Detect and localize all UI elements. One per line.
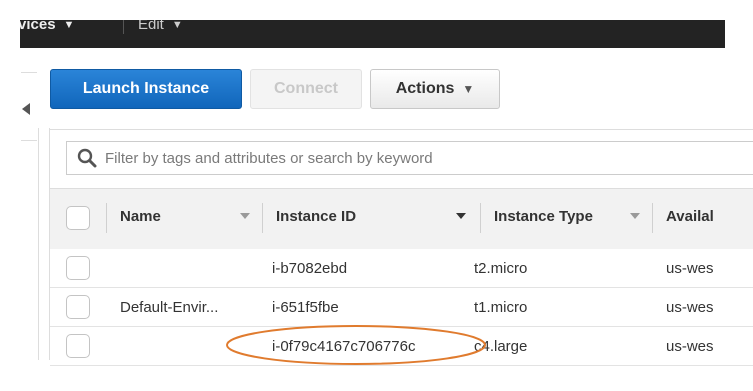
table-header: Name Instance ID Instance Type Availal [50,188,753,250]
instance-id: i-651f5fbe [272,299,339,316]
instance-type: t2.micro [474,260,528,277]
column-divider [652,203,653,233]
instance-id: i-0f79c4167c706776c [272,338,416,355]
availability-zone: us-wes [666,299,714,316]
side-panel-divider [21,72,37,73]
column-divider [480,203,481,233]
column-divider [262,203,263,233]
edit-menu-label: Edit [138,20,164,33]
side-panel-divider [21,140,37,141]
table-row[interactable]: Default-Envir... i-651f5fbe t1.micro us-… [50,288,753,327]
sort-instance-type-icon[interactable] [630,213,640,219]
actions-label: Actions [395,80,455,97]
column-header-instance-type[interactable]: Instance Type [494,208,593,225]
side-panel-border [38,128,39,360]
connect-button[interactable]: Connect [250,69,362,109]
sort-instance-id-icon[interactable] [456,213,466,219]
launch-instance-label: Launch Instance [82,80,210,97]
column-divider [106,203,107,233]
chevron-down-icon: ▼ [462,82,475,96]
filter-search-input[interactable] [105,142,745,174]
table-row[interactable]: i-0f79c4167c706776c c4.large us-wes [50,327,753,366]
table-row[interactable]: i-b7082ebd t2.micro us-wes [50,249,753,288]
row-checkbox[interactable] [66,295,90,319]
edit-menu[interactable]: Edit ▼ [138,20,183,36]
row-checkbox[interactable] [66,256,90,280]
column-header-name[interactable]: Name [120,208,161,225]
select-all-checkbox[interactable] [66,206,90,230]
sort-name-icon[interactable] [240,213,250,219]
services-menu[interactable]: vices ▼ [20,20,74,36]
chevron-down-icon: ▼ [63,20,75,31]
connect-label: Connect [274,80,338,97]
filter-box [66,141,753,175]
row-checkbox[interactable] [66,334,90,358]
instance-type: c4.large [474,338,528,355]
top-nav-bar: vices ▼ Edit ▼ [20,20,725,48]
availability-zone: us-wes [666,338,714,355]
collapse-sidebar-icon[interactable] [22,103,30,115]
chevron-down-icon: ▼ [171,20,183,31]
filter-bar [50,129,753,188]
services-menu-label: vices [20,20,56,33]
launch-instance-button[interactable]: Launch Instance [50,69,242,109]
instance-type: t1.micro [474,299,528,316]
actions-dropdown-button[interactable]: Actions ▼ [370,69,500,109]
nav-divider [123,20,124,34]
column-header-instance-id[interactable]: Instance ID [276,208,356,225]
instance-name: Default-Envir... [120,299,219,316]
instance-id: i-b7082ebd [272,260,348,277]
column-header-availability-zone[interactable]: Availal [666,208,714,225]
search-icon [77,148,97,168]
availability-zone: us-wes [666,260,714,277]
